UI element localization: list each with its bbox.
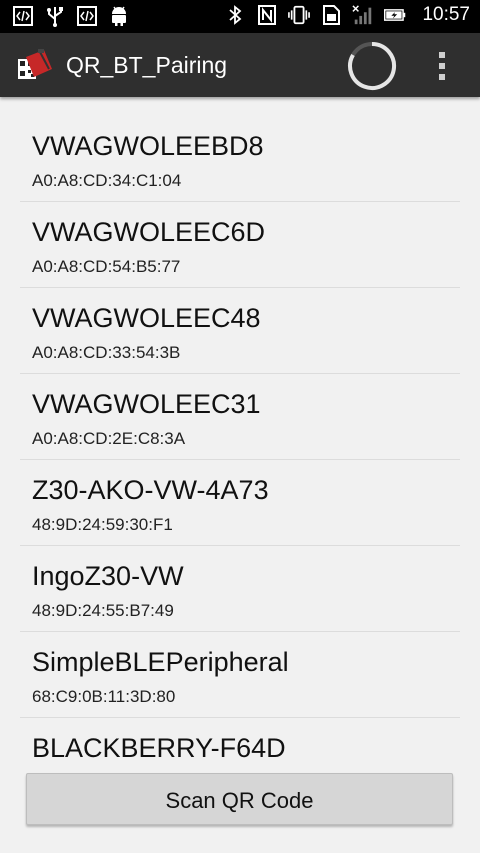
device-mac: A0:A8:CD:54:B5:77 xyxy=(32,257,181,276)
device-name: SimpleBLEPeripheral xyxy=(32,647,289,677)
nfc-icon xyxy=(256,4,278,26)
scan-qr-code-button[interactable]: Scan QR Code xyxy=(26,773,453,825)
device-name: VWAGWOLEEC31 xyxy=(32,389,261,419)
device-name: BLACKBERRY-F64D xyxy=(32,733,286,763)
device-name: VWAGWOLEEBD8 xyxy=(32,131,264,161)
app-title: QR_BT_Pairing xyxy=(66,52,228,78)
list-item[interactable]: VWAGWOLEEC6D A0:A8:CD:54:B5:77 xyxy=(20,202,460,288)
list-item[interactable]: VWAGWOLEEBD8 A0:A8:CD:34:C1:04 xyxy=(20,116,460,202)
device-mac: 68:C9:0B:11:3D:80 xyxy=(32,687,176,706)
signal-icon xyxy=(352,4,374,26)
device-mac: A0:A8:CD:34:C1:04 xyxy=(32,171,182,190)
device-mac: 48:9D:24:59:30:F1 xyxy=(32,515,173,534)
list-item[interactable]: IngoZ30-VW 48:9D:24:55:B7:49 xyxy=(20,546,460,632)
vibrate-icon xyxy=(288,4,311,26)
device-name: Z30-AKO-VW-4A73 xyxy=(32,475,269,505)
device-name: VWAGWOLEEC48 xyxy=(32,303,261,333)
status-bar-left xyxy=(12,5,130,27)
device-name: IngoZ30-VW xyxy=(32,561,184,591)
device-list: VWAGWOLEEBD8 A0:A8:CD:34:C1:04 VWAGWOLEE… xyxy=(0,116,480,776)
app-logo-icon xyxy=(16,47,54,83)
list-item[interactable]: BLACKBERRY-F64D xyxy=(20,718,460,776)
device-mac: A0:A8:CD:2E:C8:3A xyxy=(32,429,186,448)
list-item[interactable]: VWAGWOLEEC48 A0:A8:CD:33:54:3B xyxy=(20,288,460,374)
sim-icon xyxy=(320,4,342,26)
battery-charging-icon xyxy=(384,4,406,26)
device-name: VWAGWOLEEC6D xyxy=(32,217,266,247)
code-icon xyxy=(12,5,34,27)
overflow-menu-icon[interactable] xyxy=(432,49,452,83)
device-mac: 48:9D:24:55:B7:49 xyxy=(32,601,174,620)
list-item[interactable]: VWAGWOLEEC31 A0:A8:CD:2E:C8:3A xyxy=(20,374,460,460)
progress-spinner xyxy=(347,41,397,91)
android-icon xyxy=(108,5,130,27)
bluetooth-icon xyxy=(224,4,246,26)
list-item[interactable]: SimpleBLEPeripheral 68:C9:0B:11:3D:80 xyxy=(20,632,460,718)
action-bar: QR_BT_Pairing xyxy=(0,33,480,97)
status-bar-right: 10:57 xyxy=(224,4,470,26)
usb-icon xyxy=(44,5,66,27)
code-icon xyxy=(76,5,98,27)
status-time: 10:57 xyxy=(422,4,470,25)
list-item[interactable]: Z30-AKO-VW-4A73 48:9D:24:59:30:F1 xyxy=(20,460,460,546)
status-bar: 10:57 xyxy=(0,0,480,33)
device-mac: A0:A8:CD:33:54:3B xyxy=(32,343,181,362)
